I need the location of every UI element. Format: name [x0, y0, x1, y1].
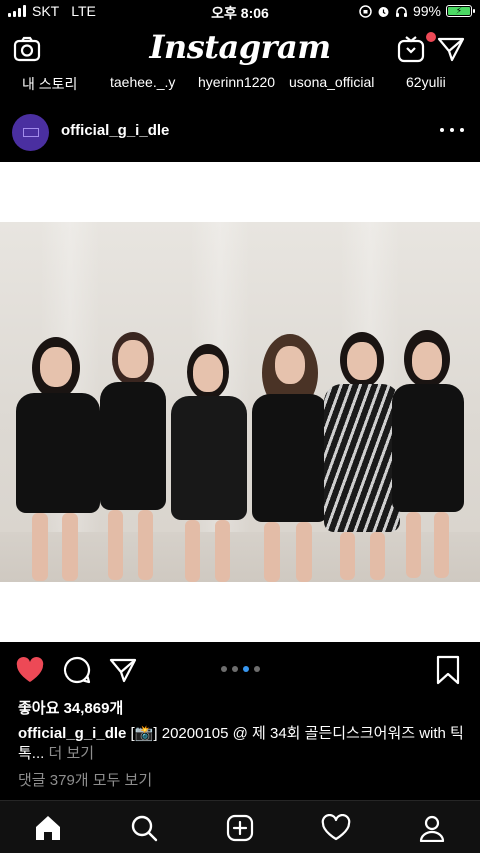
app-header: Instagram — [0, 24, 480, 72]
igtv-icon[interactable] — [396, 34, 426, 64]
alarm-icon — [378, 6, 389, 17]
home-icon[interactable] — [32, 812, 64, 844]
person-figure — [165, 344, 250, 582]
search-icon[interactable] — [128, 812, 160, 844]
post-header: official_g_i_dle — [0, 104, 480, 162]
caption-username[interactable]: official_g_i_dle — [18, 725, 126, 742]
battery-percent: 99% — [412, 3, 441, 19]
person-figure — [388, 330, 468, 582]
story-label[interactable]: hyerinn1220 — [198, 74, 275, 90]
carousel-dot — [220, 666, 227, 672]
save-bookmark-icon[interactable] — [432, 654, 464, 686]
igtv-notification-dot — [426, 32, 436, 42]
story-label[interactable]: usona_official — [289, 74, 374, 90]
new-post-icon[interactable] — [224, 812, 256, 844]
profile-icon[interactable] — [416, 812, 448, 844]
bottom-nav — [0, 800, 480, 853]
carousel-dot — [253, 666, 260, 672]
person-figure — [10, 337, 102, 582]
caption-more-link[interactable]: 더 보기 — [44, 745, 94, 762]
story-label-mine[interactable]: 내 스토리 — [22, 74, 77, 94]
story-label[interactable]: taehee._.y — [110, 74, 175, 90]
status-right: 99% ⚡ — [359, 3, 475, 19]
story-label[interactable]: 62yulii — [406, 74, 446, 90]
post-username[interactable]: official_g_i_dle — [61, 122, 169, 139]
avatar[interactable] — [12, 114, 49, 151]
orientation-lock-icon — [359, 4, 372, 18]
likes-count[interactable]: 좋아요 34,869개 — [18, 697, 123, 718]
headphones-icon — [395, 6, 407, 17]
status-bar: SKT LTE 오후 8:06 99% ⚡ — [0, 0, 480, 24]
group-photo-image — [0, 222, 480, 582]
post-caption: official_g_i_dle [📸] 20200105 @ 제 34회 골든… — [18, 724, 468, 764]
battery-fill: ⚡ — [448, 6, 470, 15]
avatar-logo-icon — [22, 128, 39, 137]
post-photo[interactable] — [0, 162, 480, 642]
stories-row: 내 스토리 taehee._.y hyerinn1220 usona_offic… — [0, 72, 480, 94]
person-figure — [92, 332, 172, 582]
activity-icon[interactable] — [320, 812, 352, 844]
carousel-indicator — [0, 666, 480, 672]
carousel-dot-active — [242, 666, 249, 672]
direct-message-icon[interactable] — [436, 34, 466, 64]
view-all-comments-link[interactable]: 댓글 379개 모두 보기 — [18, 769, 152, 790]
battery-icon: ⚡ — [446, 5, 475, 17]
carousel-dot — [231, 666, 238, 672]
more-options-icon[interactable] — [440, 118, 464, 142]
post-actions — [0, 642, 480, 698]
